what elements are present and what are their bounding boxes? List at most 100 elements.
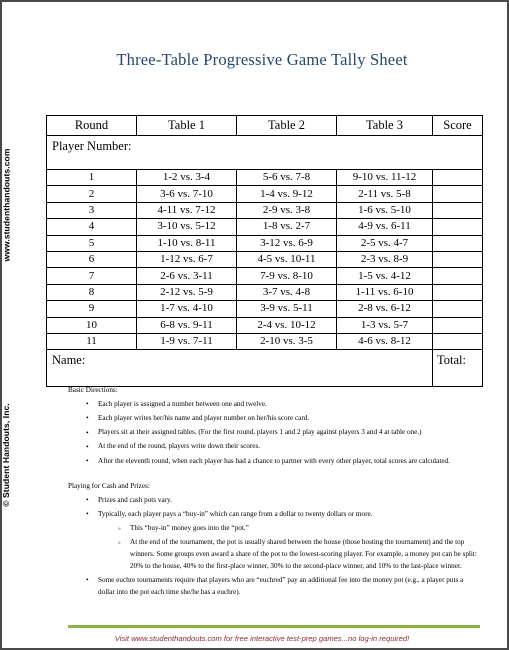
table-2-matchup: 7-9 vs. 8-10 bbox=[236, 267, 337, 285]
cash-prizes-heading: Playing for Cash and Prizes: bbox=[68, 481, 150, 490]
footer-note: Visit www.studenthandouts.com for free i… bbox=[114, 634, 410, 643]
table-2-matchup: 3-7 vs. 4-8 bbox=[236, 283, 337, 302]
header-table-2: Table 2 bbox=[236, 115, 337, 136]
total-label[interactable]: Total: bbox=[432, 349, 483, 388]
table-row: 7 2-6 vs. 3-11 7-9 vs. 8-10 1-5 vs. 4-12 bbox=[46, 267, 483, 285]
score-cell[interactable] bbox=[432, 332, 483, 351]
round-number: 3 bbox=[46, 201, 137, 220]
player-number-label[interactable]: Player Number: bbox=[46, 135, 483, 170]
table-3-matchup: 4-9 vs. 6-11 bbox=[336, 218, 433, 236]
table-3-matchup: 1-5 vs. 4-12 bbox=[336, 267, 433, 285]
header-table-3: Table 3 bbox=[336, 115, 433, 136]
table-row: 10 6-8 vs. 9-11 2-4 vs. 10-12 1-3 vs. 5-7 bbox=[46, 316, 483, 334]
table-3-matchup: 1-6 vs. 5-10 bbox=[336, 201, 433, 220]
header-score: Score bbox=[432, 115, 483, 136]
table-2-matchup: 4-5 vs. 10-11 bbox=[236, 250, 337, 269]
round-number: 1 bbox=[46, 168, 137, 187]
score-cell[interactable] bbox=[432, 283, 483, 302]
cash-subbullet-2: At the end of the tournament, the pot is… bbox=[118, 537, 480, 572]
name-label[interactable]: Name: bbox=[46, 349, 433, 388]
cash-bullet-2: Typically, each player pays a “buy-in” w… bbox=[86, 508, 480, 572]
table-2-matchup: 3-9 vs. 5-11 bbox=[236, 300, 337, 318]
score-cell[interactable] bbox=[432, 185, 483, 203]
table-1-matchup: 1-12 vs. 6-7 bbox=[136, 250, 237, 269]
table-3-matchup: 1-3 vs. 5-7 bbox=[336, 316, 433, 334]
instructions-content: Basic Directions: Each player is assigne… bbox=[68, 385, 480, 601]
name-total-row: Name: Total: bbox=[46, 349, 483, 388]
direction-item: Each player is assigned a number between… bbox=[86, 398, 480, 411]
table-3-matchup: 2-8 vs. 6-12 bbox=[336, 300, 433, 318]
direction-item: At the end of the round, players write d… bbox=[86, 441, 480, 453]
round-number: 8 bbox=[46, 283, 137, 302]
table-3-matchup: 2-3 vs. 8-9 bbox=[336, 250, 433, 269]
table-2-matchup: 3-12 vs. 6-9 bbox=[236, 234, 337, 252]
table-1-matchup: 1-10 vs. 8-11 bbox=[136, 234, 237, 252]
side-copyright-label: © Student Handouts, Inc. bbox=[2, 402, 28, 532]
side-website-label: www.studenthandouts.com bbox=[1, 148, 28, 282]
side-website-text: www.studenthandouts.com bbox=[1, 148, 12, 262]
table-1-matchup: 6-8 vs. 9-11 bbox=[136, 316, 237, 334]
table-2-matchup: 2-10 vs. 3-5 bbox=[236, 332, 337, 351]
round-number: 7 bbox=[46, 267, 137, 285]
page-title: Three-Table Progressive Game Tally Sheet bbox=[116, 50, 408, 69]
cash-bullet-2-text: Typically, each player pays a “buy-in” w… bbox=[98, 509, 373, 518]
header-table-1: Table 1 bbox=[136, 115, 237, 136]
table-3-matchup: 9-10 vs. 11-12 bbox=[336, 168, 433, 187]
round-number: 2 bbox=[46, 185, 137, 203]
table-1-matchup: 3-6 vs. 7-10 bbox=[136, 185, 237, 203]
table-2-matchup: 1-4 vs. 9-12 bbox=[236, 185, 337, 203]
table-1-matchup: 3-10 vs. 5-12 bbox=[136, 218, 237, 236]
score-cell[interactable] bbox=[432, 218, 483, 236]
table-row: 3 4-11 vs. 7-12 2-9 vs. 3-8 1-6 vs. 5-10 bbox=[46, 201, 483, 220]
table-2-matchup: 1-8 vs. 2-7 bbox=[236, 218, 337, 236]
table-1-matchup: 1-9 vs. 7-11 bbox=[136, 332, 237, 351]
cash-subbullet-list: This “buy-in” money goes into the “pot.”… bbox=[98, 523, 480, 572]
score-cell[interactable] bbox=[432, 300, 483, 318]
score-cell[interactable] bbox=[432, 316, 483, 334]
directions-list: Each player is assigned a number between… bbox=[68, 398, 480, 468]
footer-divider bbox=[68, 625, 480, 628]
table-row: 8 2-12 vs. 5-9 3-7 vs. 4-8 1-11 vs. 6-10 bbox=[46, 283, 483, 302]
round-number: 11 bbox=[46, 332, 137, 351]
table-row: 4 3-10 vs. 5-12 1-8 vs. 2-7 4-9 vs. 6-11 bbox=[46, 218, 483, 236]
direction-item: Players sit at their assigned tables. (F… bbox=[86, 427, 480, 439]
table-1-matchup: 1-7 vs. 4-10 bbox=[136, 300, 237, 318]
side-copyright-text: © Student Handouts, Inc. bbox=[0, 403, 11, 507]
cash-bullet-1: Prizes and cash pots vary. bbox=[86, 494, 480, 507]
round-number: 6 bbox=[46, 250, 137, 269]
score-cell[interactable] bbox=[432, 234, 483, 252]
table-row: 9 1-7 vs. 4-10 3-9 vs. 5-11 2-8 vs. 6-12 bbox=[46, 300, 483, 318]
table-1-matchup: 2-12 vs. 5-9 bbox=[136, 283, 237, 302]
tally-table: Player Number: Round Table 1 Table 2 Tab… bbox=[46, 115, 483, 388]
score-cell[interactable] bbox=[432, 250, 483, 269]
table-row: 5 1-10 vs. 8-11 3-12 vs. 6-9 2-5 vs. 4-7 bbox=[46, 234, 483, 252]
cash-prizes-list: Prizes and cash pots vary. Typically, ea… bbox=[68, 494, 480, 599]
direction-item: After the eleventh round, when each play… bbox=[86, 455, 480, 468]
table-3-matchup: 4-6 vs. 8-12 bbox=[336, 332, 433, 351]
table-row: 11 1-9 vs. 7-11 2-10 vs. 3-5 4-6 vs. 8-12 bbox=[46, 332, 483, 351]
directions-heading: Basic Directions: bbox=[68, 386, 118, 394]
table-1-matchup: 1-2 vs. 3-4 bbox=[136, 168, 237, 187]
table-1-matchup: 2-6 vs. 3-11 bbox=[136, 267, 237, 285]
table-2-matchup: 2-9 vs. 3-8 bbox=[236, 201, 337, 220]
direction-item: Each player writes her/his name and play… bbox=[86, 412, 480, 425]
round-number: 10 bbox=[46, 316, 137, 334]
round-number: 5 bbox=[46, 234, 137, 252]
round-number: 9 bbox=[46, 300, 137, 318]
worksheet-page: www.studenthandouts.com © Student Handou… bbox=[0, 0, 509, 650]
score-cell[interactable] bbox=[432, 201, 483, 220]
table-header-row: Round Table 1 Table 2 Table 3 Score bbox=[46, 115, 483, 136]
table-3-matchup: 1-11 vs. 6-10 bbox=[336, 283, 433, 302]
table-2-matchup: 2-4 vs. 10-12 bbox=[236, 316, 337, 334]
table-3-matchup: 2-11 vs. 5-8 bbox=[336, 185, 433, 203]
cash-bullet-3: Some euchre tournaments require that pla… bbox=[86, 574, 480, 598]
table-row: 2 3-6 vs. 7-10 1-4 vs. 9-12 2-11 vs. 5-8 bbox=[46, 185, 483, 203]
score-cell[interactable] bbox=[432, 168, 483, 187]
rounds-body: 1 1-2 vs. 3-4 5-6 vs. 7-8 9-10 vs. 11-12 2 3-… bbox=[46, 168, 483, 351]
score-cell[interactable] bbox=[432, 267, 483, 285]
player-number-row: Player Number: bbox=[46, 135, 483, 170]
table-3-matchup: 2-5 vs. 4-7 bbox=[336, 234, 433, 252]
table-row: 1 1-2 vs. 3-4 5-6 vs. 7-8 9-10 vs. 11-12 bbox=[46, 168, 483, 187]
cash-subbullet-1: This “buy-in” money goes into the “pot.” bbox=[118, 523, 480, 535]
